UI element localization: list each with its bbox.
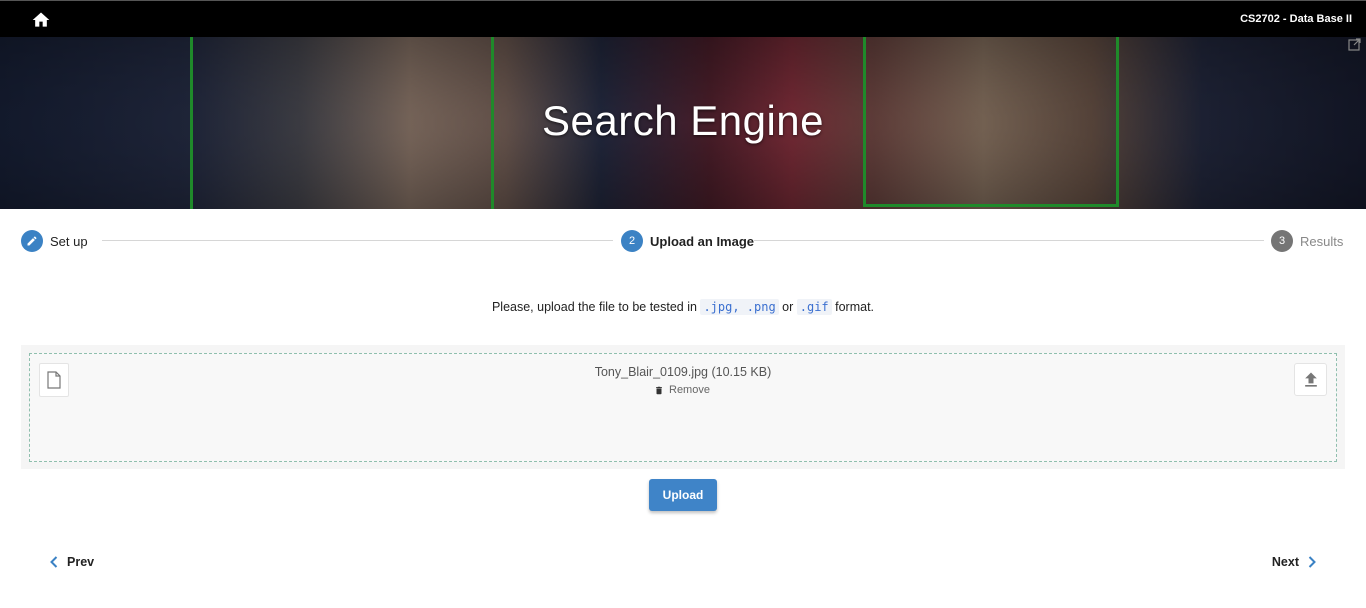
- step-number: 2: [621, 230, 643, 252]
- external-link-icon[interactable]: [1348, 37, 1362, 51]
- chevron-right-icon: [1308, 556, 1316, 568]
- trash-icon: [656, 386, 662, 394]
- stepper: Set up 2 Upload an Image 3 Results: [0, 209, 1366, 273]
- step-label: Set up: [50, 233, 88, 249]
- home-icon[interactable]: [31, 10, 51, 30]
- hero-title: Search Engine: [541, 97, 825, 144]
- remove-label: Remove: [669, 384, 710, 396]
- remove-file-button[interactable]: Remove: [654, 384, 710, 396]
- step-number: 3: [1271, 230, 1293, 252]
- top-navbar: CS2702 - Data Base II: [0, 0, 1366, 37]
- instruction-text: format.: [831, 300, 875, 314]
- file-dropzone[interactable]: Tony_Blair_0109.jpg (10.15 KB) Remove: [29, 353, 1337, 462]
- step-connector: [102, 240, 613, 241]
- next-label: Next: [1271, 555, 1299, 569]
- file-name: Tony_Blair_0109.jpg (10.15 KB): [594, 365, 772, 379]
- upload-instructions: Please, upload the file to be tested in …: [0, 299, 1366, 315]
- prev-button[interactable]: Prev: [50, 555, 94, 569]
- upload-button[interactable]: Upload: [649, 479, 717, 511]
- instruction-text: Please, upload the file to be tested in: [491, 300, 701, 314]
- step-upload-image[interactable]: 2 Upload an Image: [621, 230, 754, 252]
- file-dropzone-container: Tony_Blair_0109.jpg (10.15 KB) Remove: [21, 345, 1345, 469]
- format-code-gif: .gif: [796, 299, 832, 315]
- step-connector: [754, 240, 1264, 241]
- step-set-up[interactable]: Set up: [21, 230, 88, 252]
- upload-icon[interactable]: [1294, 363, 1327, 396]
- step-label: Results: [1300, 233, 1344, 249]
- instruction-text: or: [778, 300, 797, 314]
- hero-banner: Search Engine: [0, 37, 1366, 209]
- app-title: CS2702 - Data Base II: [1240, 13, 1352, 25]
- prev-label: Prev: [67, 555, 95, 569]
- pencil-icon: [21, 230, 43, 252]
- step-label: Upload an Image: [650, 233, 755, 249]
- chevron-left-icon: [50, 556, 58, 568]
- step-results[interactable]: 3 Results: [1271, 230, 1343, 252]
- format-code-jpg-png: .jpg, .png: [700, 299, 779, 315]
- next-button[interactable]: Next: [1272, 555, 1316, 569]
